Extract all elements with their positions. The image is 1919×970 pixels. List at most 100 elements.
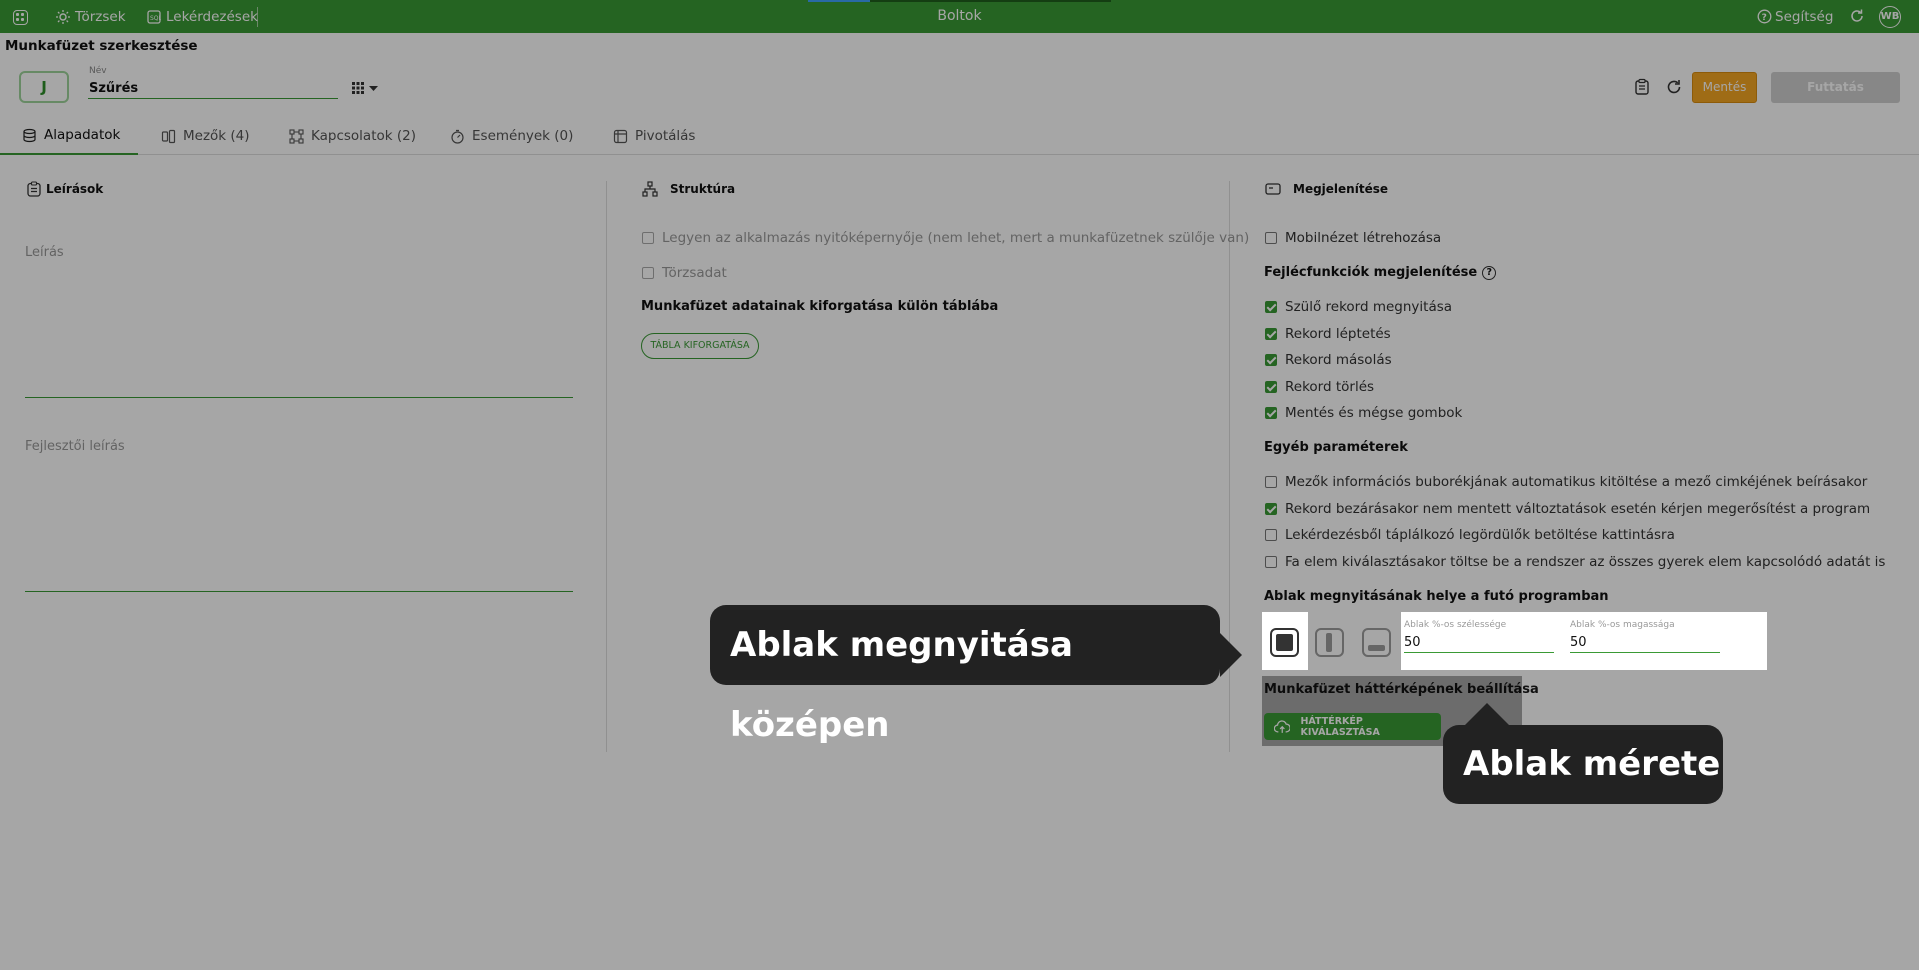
- checkbox-label: Szülő rekord megnyitása: [1285, 299, 1453, 315]
- section-structure-title: Struktúra: [642, 181, 735, 197]
- tab-pivotalas[interactable]: Pivotálás: [613, 117, 695, 155]
- section-display-title: Megjelenítése: [1265, 181, 1388, 197]
- checkbox-label: Rekord törlés: [1285, 379, 1375, 395]
- select-background-button[interactable]: HÁTTÉRKÉP KIVÁLASZTÁSA: [1264, 713, 1441, 740]
- section-title: Leírások: [46, 182, 104, 196]
- checkbox-open-parent[interactable]: Szülő rekord megnyitása: [1265, 299, 1452, 315]
- top-bar: Törzsek SQL Lekérdezések Boltok ? Segíts…: [0, 0, 1919, 33]
- tab-label: Pivotálás: [635, 128, 696, 144]
- refresh-icon[interactable]: [1849, 8, 1865, 24]
- checkbox-label: Mezők információs buborékjának automatik…: [1285, 474, 1868, 490]
- question-icon[interactable]: ?: [1482, 265, 1497, 280]
- tab-label: Kapcsolatok (2): [311, 128, 416, 144]
- timer-icon: [451, 129, 464, 144]
- cloud-upload-icon: [1274, 719, 1291, 733]
- checkbox[interactable]: [1265, 381, 1277, 393]
- checkbox-label: Fa elem kiválasztásakor töltse be a rend…: [1285, 554, 1886, 570]
- checkbox-lazy-dropdowns[interactable]: Lekérdezésből táplálkozó legördülők betö…: [1265, 527, 1675, 543]
- checkbox-label: Rekord másolás: [1285, 352, 1392, 368]
- dev-description-label: Fejlesztői leírás: [25, 439, 125, 454]
- tab-alapadatok[interactable]: Alapadatok: [0, 117, 139, 155]
- checkbox-auto-tooltip[interactable]: Mezők információs buborékjának automatik…: [1265, 474, 1867, 490]
- checkbox-label: Lekérdezésből táplálkozó legördülők betö…: [1285, 527, 1675, 543]
- clipboard-icon[interactable]: [1633, 78, 1651, 96]
- checkbox-label: Rekord bezárásakor nem mentett változtat…: [1285, 501, 1871, 517]
- pivot-icon: [613, 129, 628, 143]
- checkbox-label: Legyen az alkalmazás nyitóképernyője (ne…: [662, 230, 1250, 246]
- window-pos-side-button[interactable]: [1307, 613, 1351, 671]
- clipboard-list-icon: [27, 181, 41, 197]
- display-icon: [1265, 183, 1281, 195]
- checkbox-label: Mentés és mégse gombok: [1285, 405, 1463, 421]
- checkbox-record-copy[interactable]: Rekord másolás: [1265, 352, 1392, 368]
- help-label: Segítség: [1775, 8, 1834, 25]
- column-divider: [606, 181, 607, 752]
- checkbox-record-delete[interactable]: Rekord törlés: [1265, 379, 1374, 395]
- height-input[interactable]: [1570, 633, 1720, 653]
- checkbox[interactable]: [1265, 476, 1277, 488]
- checkbox-home-screen[interactable]: Legyen az alkalmazás nyitóképernyője (ne…: [642, 230, 1249, 246]
- section-descriptions-title: Leírások: [26, 181, 103, 197]
- name-input[interactable]: [88, 79, 338, 99]
- app-title: Boltok: [937, 8, 982, 24]
- continue-run-button[interactable]: Futtatás folytatása: [1771, 72, 1900, 125]
- checkbox[interactable]: [642, 232, 654, 244]
- height-label: Ablak %-os magassága: [1570, 620, 1675, 630]
- checkbox-record-step[interactable]: Rekord léptetés: [1265, 326, 1391, 342]
- tab-label: Események (0): [472, 128, 574, 144]
- window-position-heading: Ablak megnyitásának helye a futó program…: [1264, 589, 1609, 604]
- tab-kapcsolatok[interactable]: Kapcsolatok (2): [289, 117, 416, 155]
- width-input[interactable]: [1404, 633, 1554, 653]
- button-label: HÁTTÉRKÉP KIVÁLASZTÁSA: [1300, 715, 1380, 738]
- description-label: Leírás: [25, 245, 64, 260]
- checkbox[interactable]: [1265, 556, 1277, 568]
- callout-center: Ablak megnyitása középen: [710, 605, 1242, 745]
- relations-icon: [289, 128, 304, 144]
- database-icon: [23, 128, 36, 142]
- checkbox-confirm-unsaved[interactable]: Rekord bezárásakor nem mentett változtat…: [1265, 501, 1870, 517]
- tab-label: Alapadatok: [44, 127, 121, 143]
- pivot-table-button[interactable]: TÁBLA KIFORGATÁSA: [641, 333, 759, 359]
- pivot-heading: Munkafüzet adatainak kiforgatása külön t…: [641, 299, 999, 314]
- width-label: Ablak %-os szélessége: [1404, 620, 1507, 630]
- avatar[interactable]: WB: [1879, 6, 1901, 28]
- svg-text:?: ?: [1762, 13, 1767, 23]
- checkbox[interactable]: [1265, 232, 1277, 244]
- checkbox-save-cancel[interactable]: Mentés és mégse gombok: [1265, 405, 1462, 421]
- tab-esemenyek[interactable]: Események (0): [450, 117, 573, 155]
- section-title: Megjelenítése: [1293, 182, 1388, 196]
- name-label: Név: [89, 66, 107, 76]
- other-params-heading: Egyéb paraméterek: [1264, 440, 1408, 455]
- description-textarea[interactable]: [25, 397, 573, 398]
- callout-size: Ablak mérete: [1443, 703, 1723, 804]
- grid-icon: [352, 82, 378, 94]
- checkbox[interactable]: [642, 267, 654, 279]
- checkbox[interactable]: [1265, 529, 1277, 541]
- tab-bar: Alapadatok Mezők (4) Kapcsolatok (2) Ese…: [0, 117, 1919, 155]
- tab-mezok[interactable]: Mezők (4): [161, 117, 250, 155]
- save-button[interactable]: Mentés: [1692, 72, 1757, 103]
- window-bottom-icon: [1362, 628, 1391, 657]
- checkbox-mobile-view[interactable]: Mobilnézet létrehozása: [1265, 230, 1441, 246]
- tab-label: Mezők (4): [183, 128, 250, 144]
- checkbox-label: Mobilnézet létrehozása: [1285, 230, 1442, 246]
- checkbox[interactable]: [1265, 328, 1277, 340]
- workbook-icon-button[interactable]: J: [19, 71, 69, 103]
- checkbox-label: Rekord léptetés: [1285, 326, 1391, 342]
- checkbox[interactable]: [1265, 407, 1277, 419]
- checkbox[interactable]: [1265, 354, 1277, 366]
- window-pos-bottom-button[interactable]: [1354, 613, 1398, 671]
- fields-icon: [161, 129, 176, 143]
- checkbox-master-data[interactable]: Törzsadat: [642, 265, 727, 281]
- help-link[interactable]: ? Segítség: [1757, 0, 1833, 33]
- checkbox-label: Törzsadat: [662, 265, 727, 281]
- checkbox-tree-children[interactable]: Fa elem kiválasztásakor töltse be a rend…: [1265, 554, 1885, 570]
- checkbox[interactable]: [1265, 503, 1277, 515]
- dev-description-textarea[interactable]: [25, 591, 573, 592]
- help-icon: ?: [1757, 9, 1772, 24]
- reload-icon[interactable]: [1665, 78, 1683, 96]
- layout-menu-button[interactable]: [351, 80, 385, 96]
- window-pos-center-button[interactable]: [1262, 613, 1306, 671]
- hierarchy-icon: [642, 181, 658, 197]
- checkbox[interactable]: [1265, 301, 1277, 313]
